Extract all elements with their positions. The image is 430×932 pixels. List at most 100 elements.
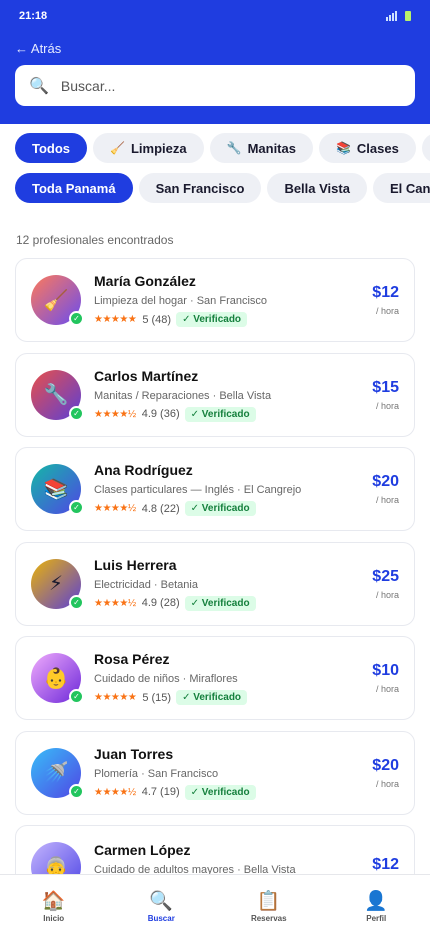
category-chip[interactable]: 🧹 Limpieza <box>93 133 204 163</box>
professional-card[interactable]: ⚡ ✓ Luis Herrera Electricidad · Betania ★★★★… <box>15 541 415 626</box>
professional-card[interactable]: 🚿 ✓ Juan Torres Plomería · San Francisco ★★★… <box>15 730 415 815</box>
price-unit: / hora <box>375 306 399 316</box>
location-chip[interactable]: San Francisco <box>138 173 262 203</box>
rating-value: 5 (15) <box>142 691 172 704</box>
professional-card[interactable]: 👶 ✓ Rosa Pérez Cuidado de niños · Miraflore… <box>15 636 415 720</box>
category-chip[interactable]: Todos <box>15 133 88 163</box>
category-chip[interactable]: 👶Niñ <box>421 133 430 163</box>
category-icon: 🧹 <box>110 141 125 155</box>
professional-name: Ana Rodríguez <box>94 462 193 478</box>
rating-value: 4.8 (22) <box>141 502 180 515</box>
nav-profile[interactable]: 👤 Perfil <box>323 875 430 932</box>
avatar: 🧹 ✓ <box>31 275 84 326</box>
rating-value: 4.7 (19) <box>141 786 180 798</box>
verified-check-icon: ✓ <box>69 783 84 799</box>
price-unit: / hora <box>375 400 399 411</box>
price-amount: $20 <box>372 756 399 774</box>
bottom-nav: 🏠 Inicio 🔍 Buscar 📋 Reservas 👤 Perfil <box>0 874 430 932</box>
price-amount: $15 <box>372 378 399 396</box>
category-label: Clases <box>356 140 399 156</box>
professional-name: Carmen López <box>94 842 191 858</box>
service-icon: 🧹 <box>43 289 69 312</box>
professional-name: María González <box>94 273 196 289</box>
nav-label: Reservas <box>250 914 287 923</box>
verified-check-icon: ✓ <box>69 594 84 610</box>
location-chip[interactable]: El Cangrejo <box>372 173 430 203</box>
rating-stars: ★★★★★ <box>94 314 137 325</box>
search-bar[interactable]: 🔍 <box>15 65 415 106</box>
professional-card[interactable]: 📚 ✓ Ana Rodríguez Clases particulares — Ing… <box>15 447 415 531</box>
search-input[interactable] <box>60 77 401 94</box>
service-icon: 🔧 <box>43 384 69 406</box>
price-amount: $10 <box>372 662 399 679</box>
verified-check-icon: ✓ <box>69 689 84 704</box>
category-chip[interactable]: 🔧 Manitas <box>209 133 313 163</box>
rating-value: 4.9 (36) <box>141 408 180 420</box>
profile-icon: 👤 <box>364 891 389 912</box>
professional-name: Luis Herrera <box>94 556 177 573</box>
verified-badge: ✓ Verificado <box>184 501 256 516</box>
avatar: 🚿 ✓ <box>31 747 84 799</box>
rating-stars: ★★★★½ <box>94 503 136 514</box>
location-filters: Toda Panamá San Francisco Bella Vista El Ca… <box>0 173 430 203</box>
nav-bookings[interactable]: 📋 Reservas <box>215 875 323 932</box>
price-amount: $12 <box>372 856 399 873</box>
professional-card[interactable]: 🔧 ✓ Carlos Martínez Manitas / Reparaciones … <box>15 352 415 437</box>
nav-search[interactable]: 🔍 Buscar <box>108 875 216 932</box>
professional-card[interactable]: 🧹 ✓ María González Limpieza del hogar · San… <box>15 258 415 342</box>
price-unit: / hora <box>375 778 399 789</box>
price-amount: $25 <box>372 567 399 585</box>
verified-badge: ✓ Verificado <box>184 406 256 422</box>
price-unit: / hora <box>375 589 399 600</box>
results-count: 12 profesionales encontrados <box>16 233 174 247</box>
location-chip[interactable]: Toda Panamá <box>15 173 133 203</box>
professional-name: Carlos Martínez <box>94 367 199 384</box>
nav-label: Buscar <box>147 914 175 923</box>
rating-stars: ★★★★★ <box>94 692 137 703</box>
clipboard-icon: 📋 <box>256 891 281 912</box>
avatar: 📚 ✓ <box>31 464 84 515</box>
search-icon: 🔍 <box>29 77 49 95</box>
avatar: ⚡ ✓ <box>31 558 84 610</box>
nav-home[interactable]: 🏠 Inicio <box>0 875 108 932</box>
professional-service: Plomería · San Francisco <box>94 767 219 780</box>
verified-badge: ✓ Verificado <box>176 312 248 327</box>
category-label: Manitas <box>247 140 296 156</box>
rating-stars: ★★★★½ <box>94 408 136 420</box>
verified-badge: ✓ Verificado <box>176 690 248 705</box>
category-chip[interactable]: 📚 Clases <box>318 133 416 163</box>
nav-label: Perfil <box>366 914 387 923</box>
verified-check-icon: ✓ <box>69 500 84 515</box>
status-bar: 21:18 <box>15 0 415 32</box>
service-icon: ⚡ <box>48 573 64 595</box>
verified-check-icon: ✓ <box>69 311 84 326</box>
rating-stars: ★★★★½ <box>94 597 136 609</box>
home-icon: 🏠 <box>41 891 66 912</box>
rating-value: 5 (48) <box>142 313 172 326</box>
service-icon: 🚿 <box>43 762 69 784</box>
professional-service: Clases particulares — Inglés · El Cangre… <box>94 484 302 496</box>
professional-service: Electricidad · Betania <box>94 578 198 591</box>
category-icon: 📚 <box>335 141 351 155</box>
rating-stars: ★★★★½ <box>94 786 136 798</box>
verified-badge: ✓ Verificado <box>184 784 256 800</box>
professional-name: Rosa Pérez <box>94 651 170 667</box>
category-label: Limpieza <box>130 140 187 156</box>
professional-service: Cuidado de niños · Miraflores <box>94 673 238 685</box>
search-icon: 🔍 <box>149 891 174 912</box>
service-icon: 📚 <box>43 478 69 501</box>
header: 21:18 ← Atrás 🔍 <box>0 0 430 124</box>
verified-check-icon: ✓ <box>69 405 84 421</box>
price-amount: $20 <box>372 473 399 490</box>
category-filters: Todos 🧹 Limpieza 🔧 Manitas 📚 Clases 👶Niñ <box>0 133 430 163</box>
signal-icon <box>386 11 397 21</box>
price-unit: / hora <box>375 495 399 505</box>
professional-name: Juan Torres <box>94 745 174 762</box>
professional-service: Manitas / Reparaciones · Bella Vista <box>94 389 272 402</box>
location-chip[interactable]: Bella Vista <box>267 173 367 203</box>
service-icon: 👶 <box>43 667 69 690</box>
category-icon: 🔧 <box>226 141 242 155</box>
price-amount: $12 <box>372 284 399 301</box>
price-unit: / hora <box>375 684 399 694</box>
back-button[interactable]: ← Atrás <box>15 41 61 56</box>
